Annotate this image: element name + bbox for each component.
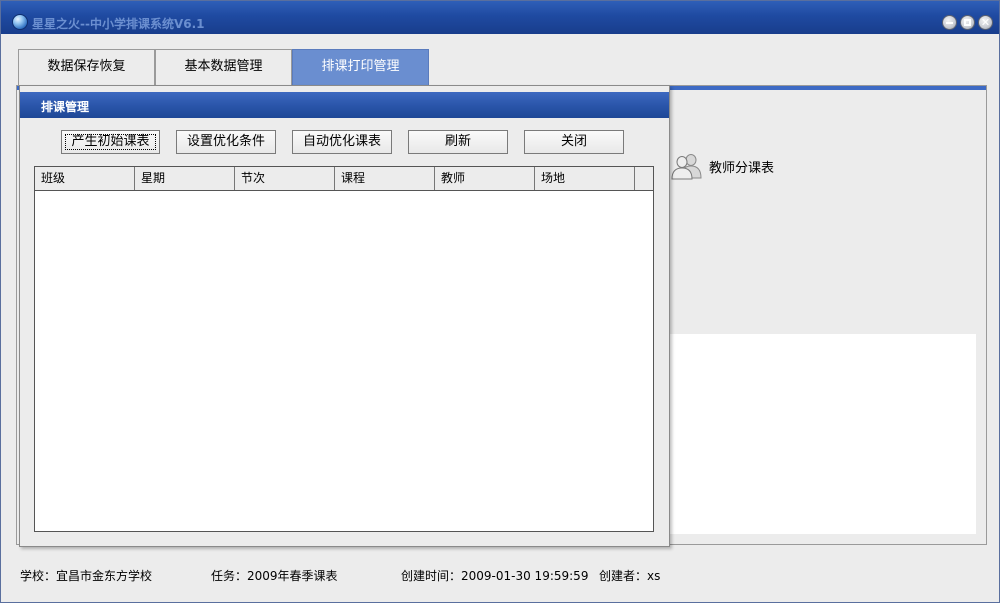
column-header-period[interactable]: 节次 bbox=[235, 167, 335, 190]
auto-optimize-schedule-button[interactable]: 自动优化课表 bbox=[292, 130, 392, 154]
minimize-icon bbox=[946, 22, 953, 24]
side-item-teacher-schedule[interactable]: 教师分课表 bbox=[671, 150, 821, 182]
schedule-table[interactable]: 班级 星期 节次 课程 教师 场地 bbox=[34, 166, 654, 532]
side-item-label: 教师分课表 bbox=[709, 161, 775, 176]
tab-schedule-print[interactable]: 排课打印管理 bbox=[292, 49, 429, 85]
column-header-venue[interactable]: 场地 bbox=[535, 167, 635, 190]
tab-basic-data[interactable]: 基本数据管理 bbox=[155, 49, 292, 85]
minimize-button[interactable] bbox=[942, 15, 957, 30]
close-icon: ✕ bbox=[980, 16, 991, 29]
status-school: 学校：宜昌市金东方学校 bbox=[20, 569, 153, 583]
schedule-management-dialog: 排课管理 产生初始课表 设置优化条件 自动优化课表 刷新 关闭 班级 星期 节次… bbox=[19, 85, 670, 547]
status-created-time: 创建时间：2009-01-30 19:59:59 bbox=[401, 569, 589, 583]
dialog-header: 排课管理 bbox=[20, 92, 669, 118]
main-window: 星星之火--中小学排课系统V6.1 ✕ 数据保存恢复 基本数据管理 排课打印管理… bbox=[0, 0, 1000, 603]
column-header-weekday[interactable]: 星期 bbox=[135, 167, 235, 190]
table-header: 班级 星期 节次 课程 教师 场地 bbox=[35, 167, 653, 191]
maximize-icon bbox=[964, 19, 971, 26]
title-bar[interactable]: 星星之火--中小学排课系统V6.1 ✕ bbox=[1, 1, 999, 34]
status-creator: 创建者：xs bbox=[599, 569, 661, 583]
dialog-title: 排课管理 bbox=[41, 100, 90, 114]
refresh-button[interactable]: 刷新 bbox=[408, 130, 508, 154]
maximize-button[interactable] bbox=[960, 15, 975, 30]
set-optimization-conditions-button[interactable]: 设置优化条件 bbox=[176, 130, 276, 154]
column-header-class[interactable]: 班级 bbox=[35, 167, 135, 190]
close-dialog-button[interactable]: 关闭 bbox=[524, 130, 624, 154]
content-area bbox=[669, 334, 976, 534]
generate-initial-schedule-button[interactable]: 产生初始课表 bbox=[61, 130, 160, 154]
tab-data-backup[interactable]: 数据保存恢复 bbox=[18, 49, 155, 85]
column-header-course[interactable]: 课程 bbox=[335, 167, 435, 190]
window-title: 星星之火--中小学排课系统V6.1 bbox=[32, 17, 205, 31]
column-header-teacher[interactable]: 教师 bbox=[435, 167, 535, 190]
app-globe-icon bbox=[12, 14, 28, 30]
people-icon bbox=[671, 154, 702, 180]
status-task: 任务：2009年春季课表 bbox=[211, 569, 338, 583]
close-window-button[interactable]: ✕ bbox=[978, 15, 993, 30]
